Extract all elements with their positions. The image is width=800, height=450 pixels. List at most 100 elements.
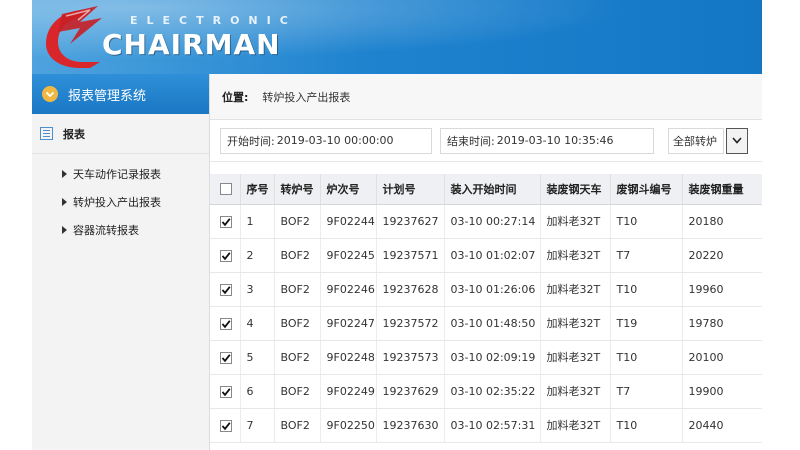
row-checkbox-cell[interactable]: [210, 374, 241, 409]
table-cell: 9F02249: [320, 374, 377, 409]
table-cell: BOF2: [274, 408, 321, 443]
sidebar-item-crane-report[interactable]: 天车动作记录报表: [32, 160, 209, 188]
table-cell: T7: [610, 238, 683, 273]
brand-subtitle: ELECTRONIC: [130, 14, 297, 27]
sidebar-item-container-report[interactable]: 容器流转报表: [32, 216, 209, 244]
row-checkbox-cell[interactable]: [210, 204, 241, 239]
row-checkbox-cell[interactable]: [210, 306, 241, 341]
table-cell: 加料老32T: [540, 374, 611, 409]
row-checkbox-cell[interactable]: [210, 238, 241, 273]
table-cell: 19237629: [376, 374, 445, 409]
row-checkbox-cell[interactable]: [210, 340, 241, 375]
table-cell: 19900: [682, 374, 762, 409]
breadcrumb: 位置: 转炉投入产出报表: [210, 74, 762, 120]
table-body: 1 BOF2 9F02244 19237627 03-10 00:27:14 加料老32T…: [210, 204, 762, 443]
furnace-select[interactable]: 全部转炉: [668, 127, 748, 154]
sidebar-group-label: 报表: [63, 127, 85, 141]
report-table-container: 序号 转炉号 炉次号 计划号 装入开始时间 装废钢天车 废钢斗编号 装废钢重量 …: [210, 174, 762, 450]
table-cell: 7: [240, 408, 275, 443]
table-cell: 9F02248: [320, 340, 377, 375]
table-cell: 9F02250: [320, 408, 377, 443]
table-cell: 4: [240, 306, 275, 341]
table-cell: 19237628: [376, 272, 445, 307]
table-cell: BOF2: [274, 238, 321, 273]
sidebar-item-converter-report[interactable]: 转炉投入产出报表: [32, 188, 209, 216]
table-cell: 03-10 02:57:31: [444, 408, 541, 443]
table-row[interactable]: 5 BOF2 9F02248 19237573 03-10 02:09:19 加料老32T…: [210, 340, 762, 375]
sidebar-item-label: 容器流转报表: [73, 224, 139, 237]
table-row[interactable]: 7 BOF2 9F02250 19237630 03-10 02:57:31 加料老32T…: [210, 408, 762, 443]
row-checkbox-cell[interactable]: [210, 272, 241, 307]
triangle-right-icon: [62, 170, 67, 178]
start-time-value: 2019-03-10 00:00:00: [276, 134, 394, 147]
table-row[interactable]: 3 BOF2 9F02246 19237628 03-10 01:26:06 加料老32T…: [210, 272, 762, 307]
table-cell: 19780: [682, 306, 762, 341]
column-header[interactable]: 序号: [240, 174, 275, 205]
sidebar-item-label: 天车动作记录报表: [73, 168, 161, 181]
table-cell: T19: [610, 306, 683, 341]
table-cell: 03-10 01:48:50: [444, 306, 541, 341]
furnace-select-value[interactable]: 全部转炉: [668, 127, 724, 154]
table-cell: 03-10 02:35:22: [444, 374, 541, 409]
report-table: 序号 转炉号 炉次号 计划号 装入开始时间 装废钢天车 废钢斗编号 装废钢重量 …: [210, 174, 762, 443]
row-checkbox-cell[interactable]: [210, 408, 241, 443]
header-banner: ELECTRONIC CHAIRMAN: [32, 0, 762, 74]
row-checkbox[interactable]: [220, 385, 232, 398]
table-row[interactable]: 6 BOF2 9F02249 19237629 03-10 02:35:22 加料老32T…: [210, 374, 762, 409]
table-cell: BOF2: [274, 204, 321, 239]
row-checkbox[interactable]: [220, 215, 232, 228]
chevron-down-icon: [42, 86, 58, 102]
main-panel: 位置: 转炉投入产出报表 开始时间: 2019-03-10 00:00:00 结…: [210, 74, 762, 450]
table-cell: BOF2: [274, 374, 321, 409]
column-header[interactable]: 炉次号: [320, 174, 377, 205]
row-checkbox[interactable]: [220, 317, 232, 330]
sidebar-group-reports[interactable]: 报表: [32, 114, 209, 154]
chevron-down-icon: [732, 137, 742, 144]
sidebar: 报表管理系统 报表 天车动作记录报表 转炉投入产出报表 容器流转报表: [32, 74, 210, 450]
table-cell: 加料老32T: [540, 340, 611, 375]
table-cell: T10: [610, 272, 683, 307]
table-cell: 加料老32T: [540, 204, 611, 239]
dropdown-button[interactable]: [726, 127, 748, 154]
table-cell: 9F02247: [320, 306, 377, 341]
table-cell: 加料老32T: [540, 306, 611, 341]
table-row[interactable]: 2 BOF2 9F02245 19237571 03-10 01:02:07 加料老32T…: [210, 238, 762, 273]
table-cell: 1: [240, 204, 275, 239]
checkmark-icon: [221, 217, 231, 226]
end-time-field[interactable]: 结束时间: 2019-03-10 10:35:46: [440, 127, 654, 154]
column-header[interactable]: 废钢斗编号: [610, 174, 683, 205]
table-cell: BOF2: [274, 340, 321, 375]
column-header[interactable]: 装入开始时间: [444, 174, 541, 205]
row-checkbox[interactable]: [220, 249, 232, 262]
column-header[interactable]: 转炉号: [274, 174, 321, 205]
table-cell: 19237573: [376, 340, 445, 375]
table-row[interactable]: 4 BOF2 9F02247 19237572 03-10 01:48:50 加料老32T…: [210, 306, 762, 341]
row-checkbox[interactable]: [220, 351, 232, 364]
triangle-right-icon: [62, 198, 67, 206]
table-cell: 19237572: [376, 306, 445, 341]
select-all-checkbox[interactable]: [220, 183, 232, 196]
table-cell: 加料老32T: [540, 272, 611, 307]
table-cell: 20180: [682, 204, 762, 239]
table-header-row: 序号 转炉号 炉次号 计划号 装入开始时间 装废钢天车 废钢斗编号 装废钢重量: [210, 174, 762, 205]
start-time-field[interactable]: 开始时间: 2019-03-10 00:00:00: [220, 127, 432, 154]
select-all-cell[interactable]: [210, 174, 241, 205]
row-checkbox[interactable]: [220, 283, 232, 296]
table-cell: 19960: [682, 272, 762, 307]
table-cell: BOF2: [274, 272, 321, 307]
column-header[interactable]: 计划号: [376, 174, 445, 205]
breadcrumb-label: 位置:: [222, 90, 249, 104]
table-row[interactable]: 1 BOF2 9F02244 19237627 03-10 00:27:14 加料老32T…: [210, 204, 762, 239]
table-cell: 20100: [682, 340, 762, 375]
table-cell: BOF2: [274, 306, 321, 341]
column-header[interactable]: 装废钢天车: [540, 174, 611, 205]
table-cell: 19237630: [376, 408, 445, 443]
table-cell: 9F02244: [320, 204, 377, 239]
column-header[interactable]: 装废钢重量: [682, 174, 762, 205]
table-cell: 加料老32T: [540, 238, 611, 273]
table-cell: 2: [240, 238, 275, 273]
sidebar-header[interactable]: 报表管理系统: [32, 74, 209, 114]
table-cell: T10: [610, 204, 683, 239]
checkmark-icon: [221, 285, 231, 294]
row-checkbox[interactable]: [220, 419, 232, 432]
